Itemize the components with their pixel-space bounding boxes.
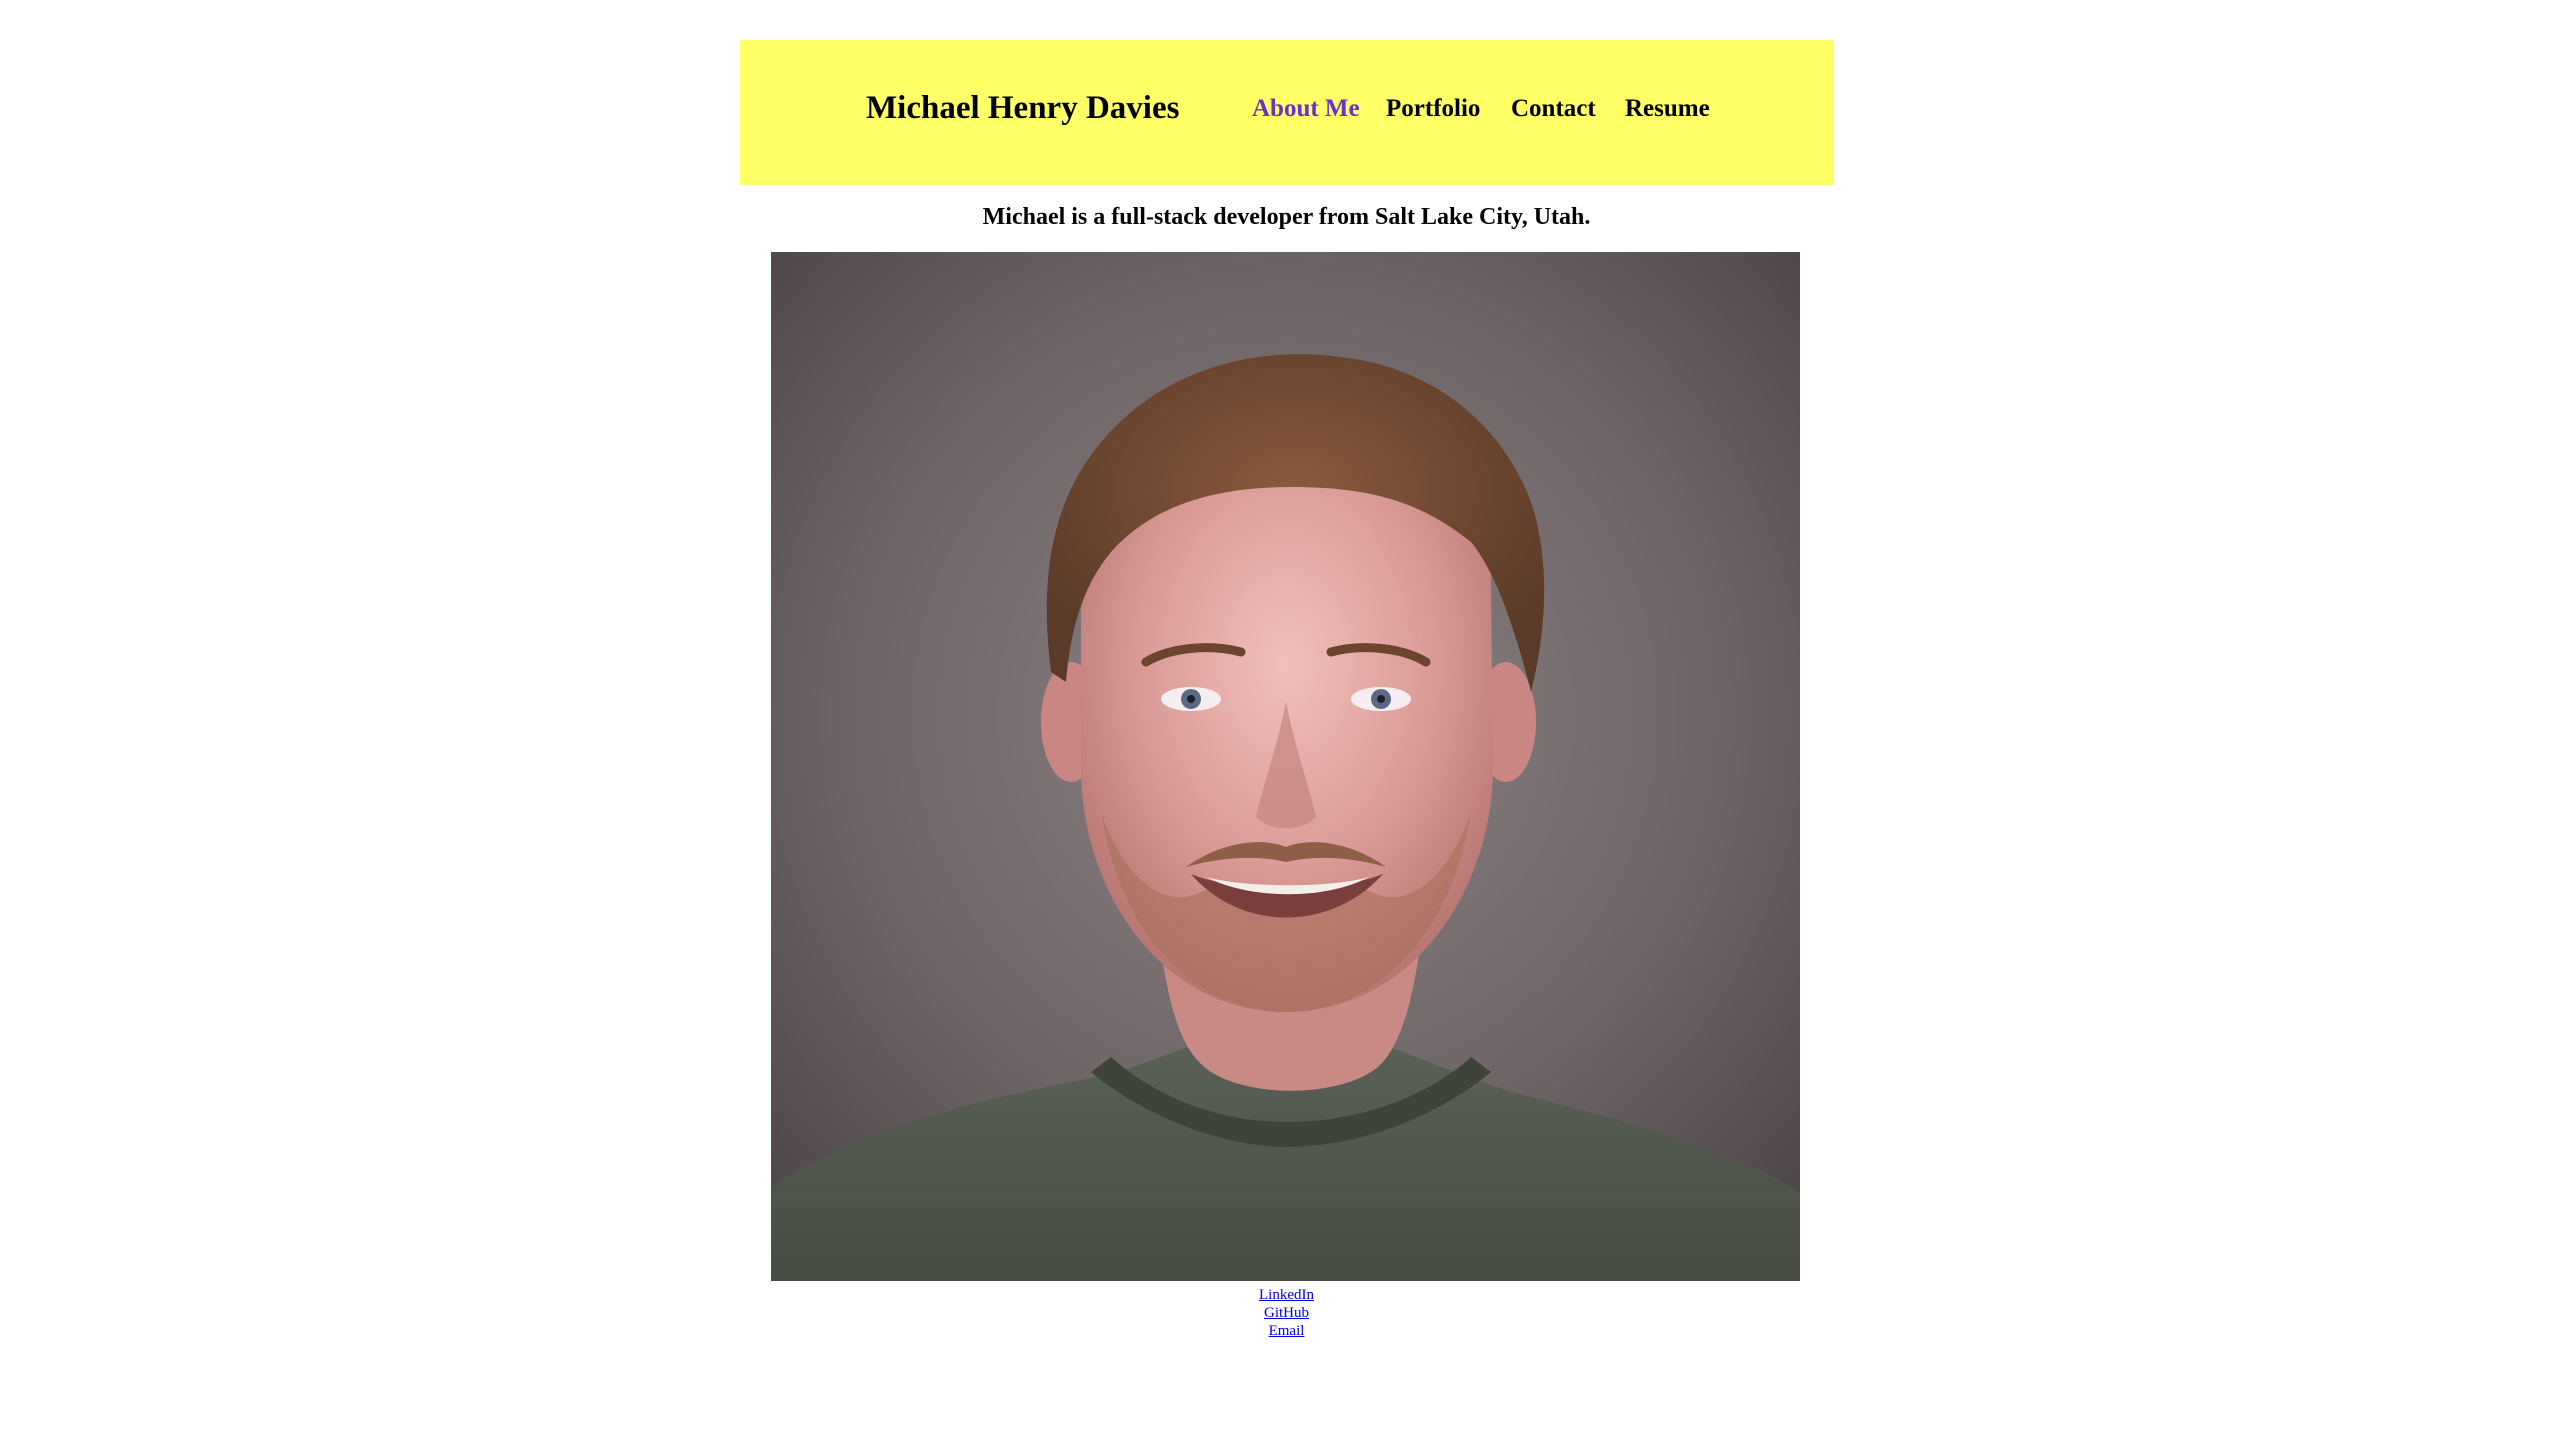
site-header: Michael Henry Davies About Me Portfolio … (740, 40, 1833, 185)
nav-resume[interactable]: Resume (1625, 96, 1710, 121)
linkedin-link[interactable]: LinkedIn (740, 1286, 1833, 1304)
email-link[interactable]: Email (740, 1322, 1833, 1340)
profile-photo (771, 252, 1800, 1281)
github-link[interactable]: GitHub (740, 1304, 1833, 1322)
nav-about-me[interactable]: About Me (1252, 96, 1360, 121)
intro-text: Michael is a full-stack developer from S… (982, 204, 1591, 230)
nav-contact[interactable]: Contact (1511, 96, 1596, 121)
nav-portfolio[interactable]: Portfolio (1386, 96, 1480, 121)
social-links: LinkedIn GitHub Email (740, 1286, 1833, 1340)
site-name: Michael Henry Davies (866, 90, 1180, 126)
